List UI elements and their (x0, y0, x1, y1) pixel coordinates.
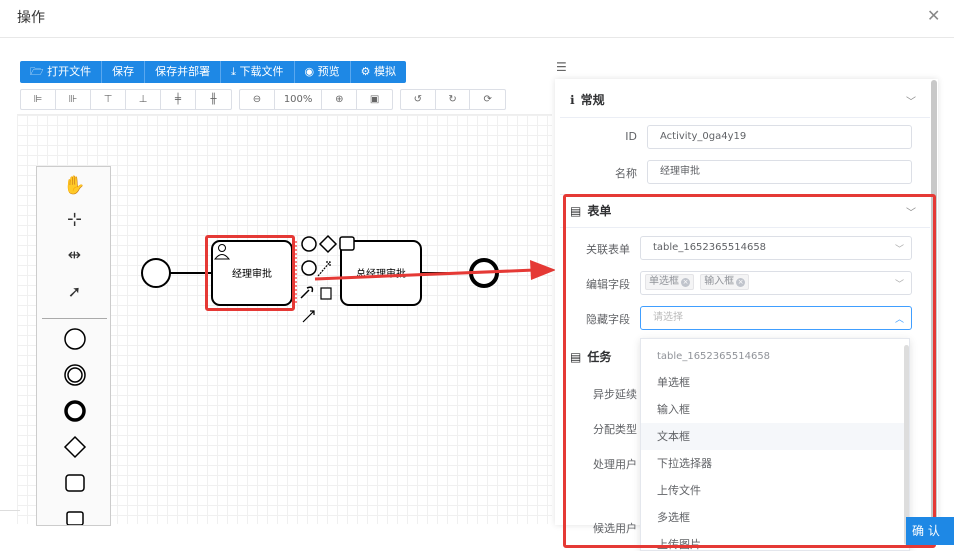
name-input[interactable]: 经理审批 (647, 160, 912, 184)
task-icon[interactable] (37, 472, 112, 497)
tag-close-icon[interactable]: × (681, 278, 690, 287)
name-label: 名称 (615, 167, 637, 180)
trash-icon[interactable] (320, 287, 332, 300)
tool-palette: ✋ ⊹ ⇹ ➚ (36, 166, 111, 526)
id-input[interactable]: Activity_0ga4y19 (647, 125, 912, 149)
tag: 输入框 × (700, 274, 750, 290)
tag: 单选框 × (645, 274, 694, 290)
section-form-header[interactable]: ▤ 表单 (570, 202, 611, 219)
linked-form-select[interactable]: table_1652365514658 (640, 236, 912, 260)
append-gateway-icon[interactable] (318, 234, 338, 254)
wrench-icon[interactable] (300, 286, 314, 299)
task1-label: 经理审批 (232, 267, 272, 280)
section-general-header[interactable]: ℹ 常规 (570, 91, 605, 108)
hidden-fields-dropdown: table_1652365514658 单选框 输入框 文本框 下拉选择器 上传… (640, 338, 910, 551)
gateway-icon[interactable] (37, 435, 112, 462)
dropdown-option[interactable]: 输入框 (641, 396, 907, 423)
global-connect-icon[interactable]: ➚ (37, 282, 112, 301)
chevron-down-icon[interactable]: ﹀ (906, 93, 916, 108)
hidden-fields-select[interactable]: 请选择 (640, 306, 912, 330)
highlight-arrow-head (530, 260, 556, 280)
clipboard-check-icon: ▤ (570, 349, 582, 364)
clipboard-icon: ▤ (570, 203, 582, 218)
dropdown-option[interactable]: 下拉选择器 (641, 450, 907, 477)
info-icon: ℹ (570, 92, 575, 107)
section-divider (560, 194, 930, 195)
subprocess-icon[interactable] (37, 509, 112, 528)
chevron-down-icon[interactable]: ﹀ (906, 204, 916, 219)
end-event-icon[interactable] (37, 399, 112, 426)
dropdown-scrollbar[interactable] (904, 345, 909, 545)
text-annotation-icon[interactable] (317, 261, 331, 277)
dropdown-group-title: table_1652365514658 (657, 351, 771, 362)
edit-fields-select[interactable]: 单选框 × 输入框 × (640, 271, 912, 295)
chevron-down-icon: ﹀ (895, 280, 905, 290)
start-event-icon[interactable] (37, 327, 112, 354)
linked-form-label: 关联表单 (586, 243, 630, 256)
section-task-header[interactable]: ▤ 任务 (570, 348, 611, 365)
dropdown-option[interactable]: 文本框 (641, 423, 907, 450)
start-event[interactable] (141, 258, 171, 288)
dropdown-option[interactable]: 上传文件 (641, 477, 907, 504)
hand-tool-icon[interactable]: ✋ (37, 175, 112, 196)
append-task-icon[interactable] (339, 236, 355, 251)
connect-icon[interactable] (302, 310, 315, 323)
lasso-tool-icon[interactable]: ⊹ (37, 209, 112, 230)
append-intermediate-event-icon[interactable] (301, 260, 317, 276)
dropdown-option[interactable]: 上传图片 (641, 531, 907, 550)
id-label: ID (625, 130, 637, 143)
append-end-event-icon[interactable] (301, 236, 317, 252)
assign-type-label: 分配类型 (593, 423, 637, 436)
panel-scrollbar[interactable] (931, 80, 937, 520)
section-divider (560, 117, 930, 118)
candidate-user-label: 候选用户 (593, 522, 637, 535)
menu-icon[interactable]: ☰ (556, 60, 567, 74)
chevron-down-icon: ﹀ (895, 245, 905, 255)
tag-close-icon[interactable]: × (736, 278, 746, 287)
space-tool-icon[interactable]: ⇹ (37, 245, 112, 264)
footer-divider (0, 510, 20, 511)
async-label: 异步延续 (593, 388, 637, 401)
dropdown-option[interactable]: 多选框 (641, 504, 907, 531)
intermediate-event-icon[interactable] (37, 363, 112, 390)
hidden-fields-label: 隐藏字段 (586, 313, 630, 326)
palette-separator (42, 318, 107, 319)
edit-fields-label: 编辑字段 (586, 278, 630, 291)
handler-user-label: 处理用户 (593, 458, 637, 471)
confirm-button[interactable]: 确 认 (906, 517, 954, 545)
chevron-up-icon: ︿ (895, 315, 905, 325)
section-divider (560, 227, 930, 228)
dropdown-option[interactable]: 单选框 (641, 369, 907, 396)
